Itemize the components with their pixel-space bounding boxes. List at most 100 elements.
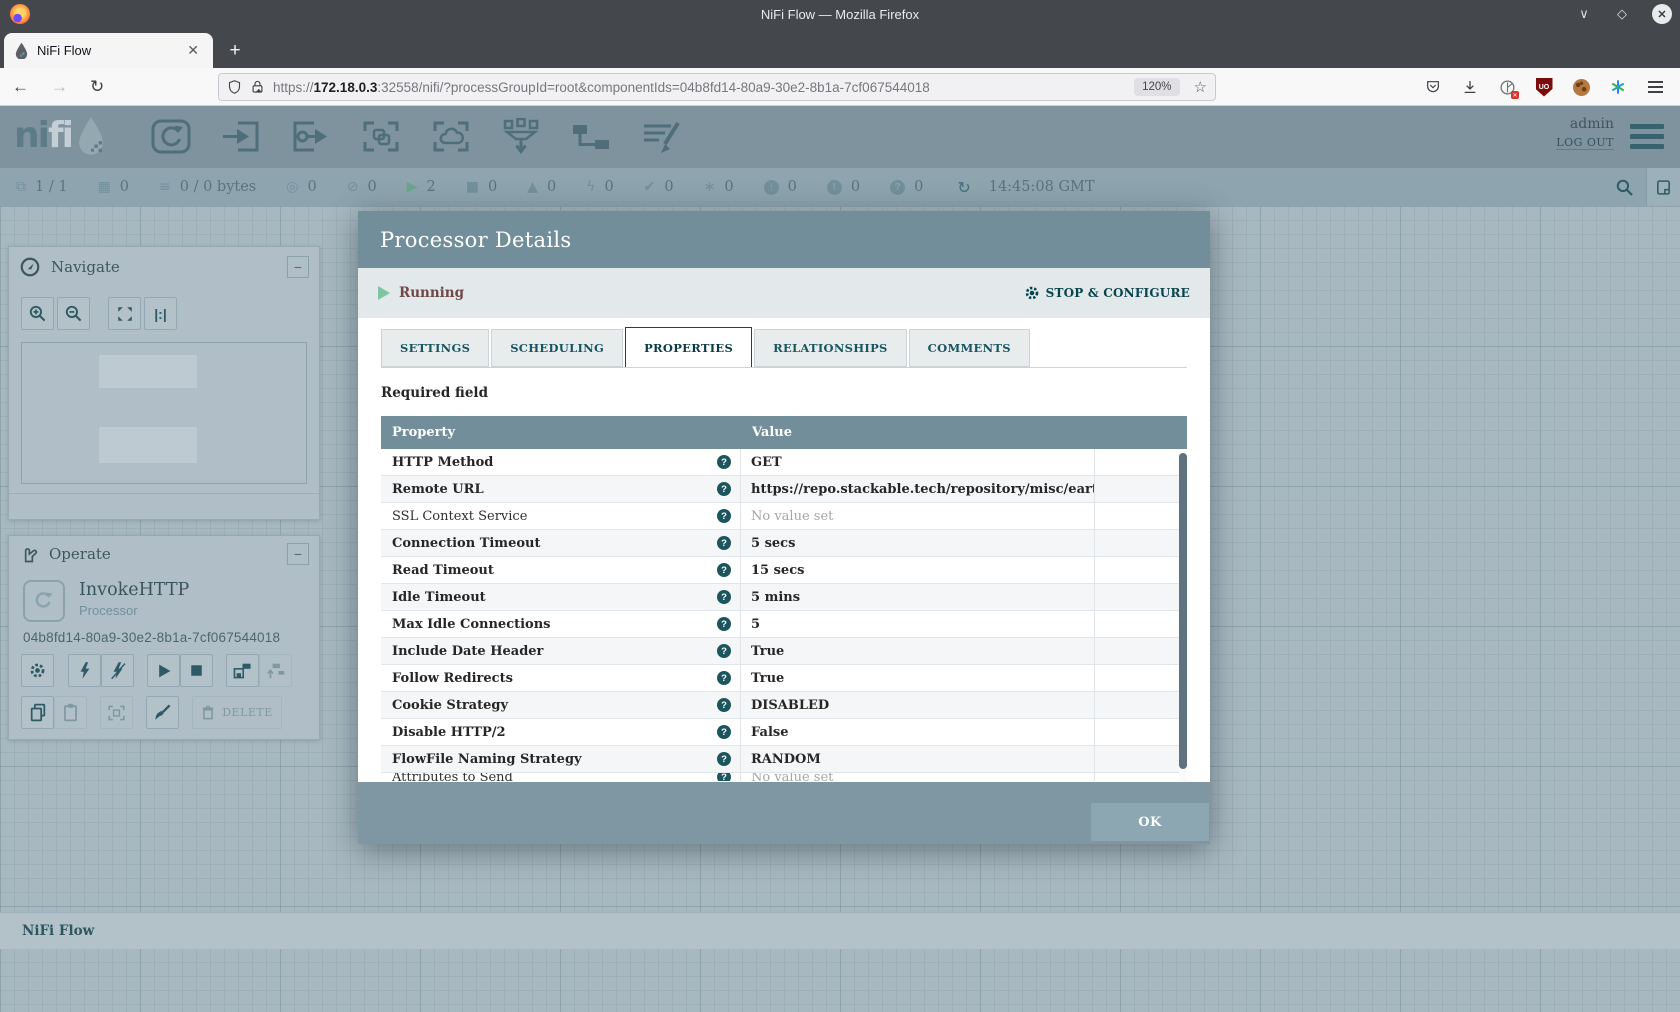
new-tab-button[interactable]: + [222, 38, 248, 64]
delete-button: DELETE [192, 696, 282, 729]
drag-output-port-icon[interactable] [288, 116, 334, 158]
reload-button-icon[interactable]: ↻ [90, 77, 104, 97]
zoom-fit-button[interactable] [108, 297, 141, 330]
status-stopped-components: ■0 [466, 179, 497, 195]
back-button-icon[interactable]: ← [12, 77, 29, 97]
processor-details-dialog: Processor Details Running STOP & CONFIGU… [358, 211, 1210, 844]
extension-icon[interactable] [1498, 78, 1516, 96]
property-row[interactable]: Connection Timeout?5 secs [381, 530, 1187, 557]
property-help-icon[interactable]: ? [717, 563, 731, 577]
connected-nodes-count: 1 / 1 [35, 179, 68, 195]
drag-template-icon[interactable] [568, 116, 614, 158]
property-row[interactable]: Attributes to Send?No value set [381, 773, 1187, 781]
drag-process-group-icon[interactable] [358, 116, 404, 158]
downloads-icon[interactable] [1461, 78, 1479, 96]
configure-button[interactable] [21, 654, 54, 687]
tab-properties[interactable]: PROPERTIES [625, 327, 752, 367]
bulletin-panel-icon[interactable] [1646, 168, 1680, 206]
property-help-icon[interactable]: ? [717, 644, 731, 658]
tab-settings[interactable]: SETTINGS [381, 329, 489, 367]
property-help-icon[interactable]: ? [717, 455, 731, 469]
property-help-icon[interactable]: ? [717, 590, 731, 604]
drag-processor-icon[interactable] [148, 116, 194, 158]
drag-funnel-icon[interactable] [498, 116, 544, 158]
tab-comments[interactable]: COMMENTS [909, 329, 1030, 367]
not-transmitting-remote-process-groups-count: 0 [367, 179, 376, 195]
window-close-icon[interactable]: ✕ [1652, 4, 1672, 24]
tab-close-icon[interactable]: ✕ [183, 42, 203, 59]
pocket-icon[interactable] [1424, 78, 1442, 96]
property-help-icon[interactable]: ? [717, 725, 731, 739]
table-scrollbar[interactable] [1179, 449, 1187, 782]
property-help-icon[interactable]: ? [717, 482, 731, 496]
property-row[interactable]: Read Timeout?15 secs [381, 557, 1187, 584]
window-maximize-icon[interactable]: ◇ [1614, 6, 1630, 22]
zoom-level-badge[interactable]: 120% [1134, 78, 1179, 96]
search-icon[interactable] [1602, 168, 1646, 206]
url-bar[interactable]: https://172.18.0.3:32558/nifi/?processGr… [218, 73, 1216, 101]
zoom-in-button[interactable] [21, 297, 54, 330]
property-help-icon[interactable]: ? [717, 536, 731, 550]
property-row[interactable]: Remote URL?https://repo.stackable.tech/r… [381, 476, 1187, 503]
ublock-origin-icon[interactable]: UO [1535, 78, 1553, 96]
change-color-button[interactable] [146, 696, 179, 729]
shield-icon[interactable] [227, 79, 242, 95]
operate-collapse-icon[interactable]: − [287, 543, 309, 565]
ok-button[interactable]: OK [1091, 803, 1209, 841]
drag-input-port-icon[interactable] [218, 116, 264, 158]
breadcrumb[interactable]: NiFi Flow [22, 923, 94, 939]
browser-tab[interactable]: NiFi Flow ✕ [4, 33, 213, 68]
property-help-icon[interactable]: ? [717, 698, 731, 712]
zoom-out-button[interactable] [57, 297, 90, 330]
compass-icon [19, 256, 41, 278]
transmitting-remote-process-groups-icon: ◎ [286, 179, 298, 195]
nifi-status-bar: ⧉1 / 1▦0≡0 / 0 bytes◎0⊘0▶2■0▲0ϟ0✔0∗0↑0!0… [0, 168, 1680, 206]
property-help-icon[interactable]: ? [717, 671, 731, 685]
birdseye-view[interactable] [21, 342, 307, 484]
not-transmitting-remote-process-groups-icon: ⊘ [347, 179, 359, 195]
property-row[interactable]: SSL Context Service?No value set [381, 503, 1187, 530]
property-row[interactable]: Idle Timeout?5 mins [381, 584, 1187, 611]
up-to-date-versioned-count: 0 [664, 179, 673, 195]
stop-button[interactable] [180, 654, 213, 687]
property-help-icon[interactable]: ? [717, 752, 731, 766]
property-row[interactable]: Disable HTTP/2?False [381, 719, 1187, 746]
property-row[interactable]: Include Date Header?True [381, 638, 1187, 665]
property-help-icon[interactable]: ? [717, 773, 731, 781]
drag-label-icon[interactable] [638, 116, 684, 158]
refresh-status[interactable]: ↻ 14:45:08 GMT [957, 178, 1094, 197]
property-row[interactable]: Max Idle Connections?5 [381, 611, 1187, 638]
asterisk-extension-icon[interactable] [1609, 78, 1627, 96]
property-row[interactable]: Cookie Strategy?DISABLED [381, 692, 1187, 719]
navigate-collapse-icon[interactable]: − [287, 256, 309, 278]
copy-button[interactable] [21, 696, 54, 729]
property-row[interactable]: FlowFile Naming Strategy?RANDOM [381, 746, 1187, 773]
url-text[interactable]: https://172.18.0.3:32558/nifi/?processGr… [273, 80, 1134, 95]
logout-link[interactable]: LOG OUT [1556, 136, 1614, 150]
bookmark-star-icon[interactable]: ☆ [1194, 78, 1207, 96]
property-help-icon[interactable]: ? [717, 617, 731, 631]
cookie-extension-icon[interactable] [1572, 78, 1590, 96]
stop-and-configure-button[interactable]: STOP & CONFIGURE [1024, 285, 1190, 301]
lock-icon[interactable] [250, 79, 265, 95]
browser-menu-icon[interactable] [1646, 78, 1664, 96]
disabled-components-count: 0 [604, 179, 613, 195]
disable-button[interactable] [101, 654, 134, 687]
save-flow-version-button[interactable] [226, 654, 259, 687]
navigate-panel: Navigate − |:| [8, 246, 320, 520]
property-value: 5 [751, 617, 760, 632]
window-minimize-icon[interactable]: ∨ [1576, 6, 1592, 22]
sync-failure-versioned-icon: ? [890, 180, 905, 195]
property-help-icon[interactable]: ? [717, 509, 731, 523]
nifi-global-menu-icon[interactable] [1630, 124, 1664, 149]
start-button[interactable] [147, 654, 180, 687]
scrollbar-thumb[interactable] [1179, 453, 1187, 769]
property-row[interactable]: Follow Redirects?True [381, 665, 1187, 692]
tab-relationships[interactable]: RELATIONSHIPS [754, 329, 907, 367]
dialog-header: Processor Details [358, 211, 1210, 268]
zoom-actual-size-button[interactable]: |:| [144, 297, 177, 330]
enable-button[interactable] [68, 654, 101, 687]
property-row[interactable]: HTTP Method?GET [381, 449, 1187, 476]
drag-remote-process-group-icon[interactable] [428, 116, 474, 158]
tab-scheduling[interactable]: SCHEDULING [491, 329, 623, 367]
